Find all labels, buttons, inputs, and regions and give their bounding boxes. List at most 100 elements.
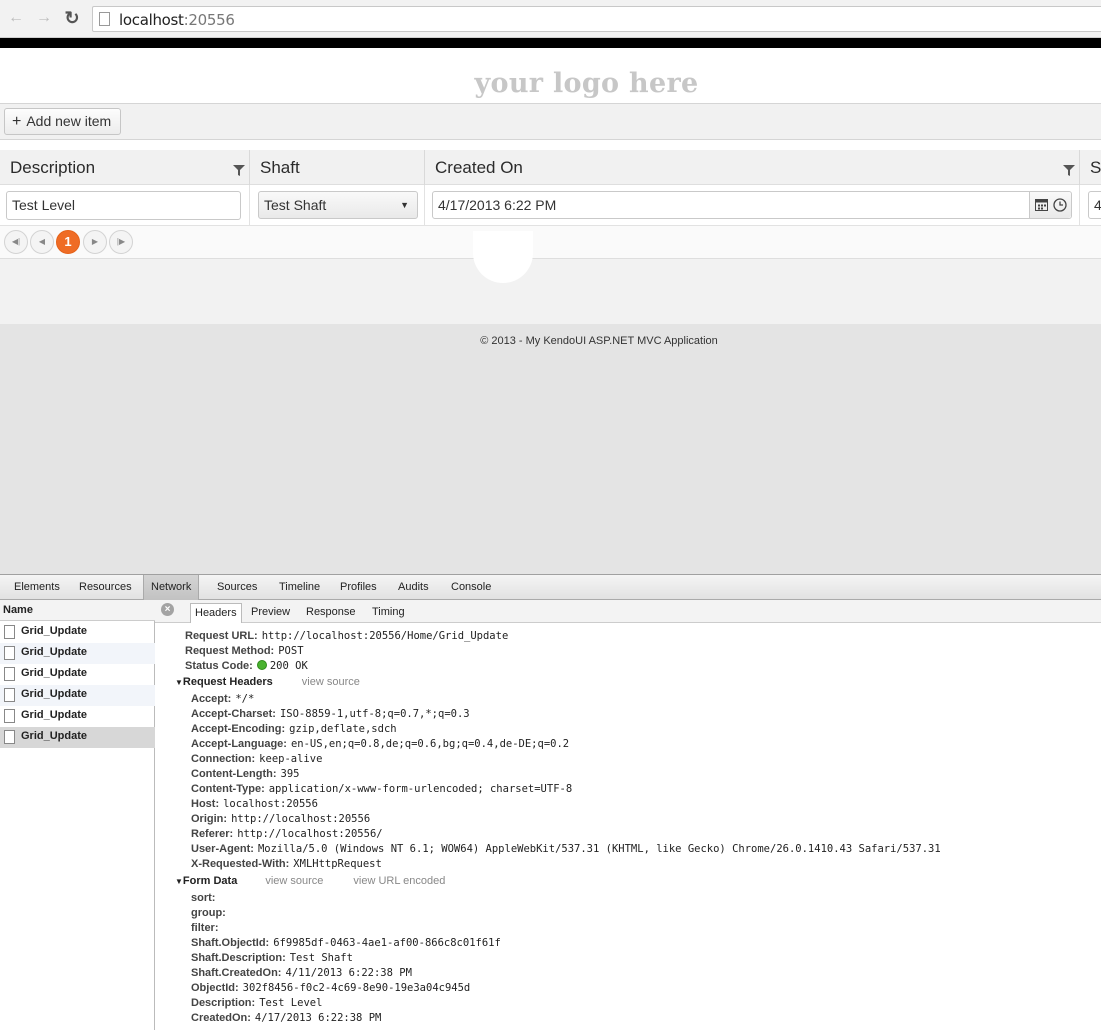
request-list: Name Grid_Update Grid_Update Grid_Update… <box>0 600 155 1030</box>
tab-timing[interactable]: Timing <box>368 603 409 623</box>
tab-audits[interactable]: Audits <box>391 575 436 600</box>
view-url-encoded-link[interactable]: view URL encoded <box>353 875 445 887</box>
value-text: */* <box>235 693 255 705</box>
created-on-value: 4/17/2013 6:22 PM <box>438 197 557 213</box>
key-label: Accept: <box>191 693 232 705</box>
tab-timeline[interactable]: Timeline <box>272 575 327 600</box>
request-item[interactable]: Grid_Update <box>0 622 155 643</box>
site-logo[interactable]: your logo here <box>0 68 1101 99</box>
tab-console[interactable]: Console <box>444 575 498 600</box>
document-icon <box>4 688 15 702</box>
view-source-link[interactable]: view source <box>302 676 360 688</box>
section-title: Form Data <box>182 875 238 887</box>
key-label: Request URL: <box>185 630 258 642</box>
shaft-cell: Test Shaft ▼ <box>250 185 425 226</box>
back-arrow-icon[interactable]: ← <box>6 8 26 28</box>
request-item[interactable]: Grid_Update <box>0 664 155 685</box>
description-input[interactable]: Test Level <box>6 191 241 220</box>
description-cell: Test Level <box>0 185 250 226</box>
header-row: Content-Length: 395 <box>191 768 300 783</box>
address-bar[interactable]: localhost:20556 <box>92 6 1101 32</box>
value-text: gzip,deflate,sdch <box>289 723 397 735</box>
next-page-icon[interactable]: ▶ <box>83 230 107 254</box>
value-text: 6f9985df-0463-4ae1-af00-866c8c01f61f <box>273 937 501 949</box>
expand-triangle-icon[interactable]: ▼ <box>175 877 183 886</box>
form-data-section[interactable]: ▼Form Data view source view URL encoded <box>175 875 445 890</box>
column-header-partial[interactable]: S <box>1080 150 1101 185</box>
header-row: ObjectId: 302f8456-f0c2-4c69-8e90-19e3a04… <box>191 982 470 997</box>
key-label: Accept-Language: <box>191 738 287 750</box>
column-header-description[interactable]: Description <box>0 150 250 185</box>
tab-response[interactable]: Response <box>302 603 360 623</box>
dropdown-arrow-icon[interactable]: ▼ <box>400 192 409 218</box>
url-host: localhost <box>119 11 184 29</box>
header-row: Accept-Language: en-US,en;q=0.8,de;q=0.6,… <box>191 738 569 753</box>
last-page-icon[interactable]: |▶ <box>109 230 133 254</box>
key-label: Origin: <box>191 813 228 825</box>
headers-view: Request URL: http://localhost:20556/Home/… <box>155 623 1101 1030</box>
key-label: Accept-Encoding: <box>191 723 286 735</box>
request-headers-section[interactable]: ▼Request Headers view source <box>175 676 360 691</box>
shaft-dropdown[interactable]: Test Shaft ▼ <box>258 191 418 219</box>
request-url-line: Request URL: http://localhost:20556/Home/… <box>185 630 508 645</box>
close-icon[interactable]: × <box>161 603 174 616</box>
first-page-icon[interactable]: ◀| <box>4 230 28 254</box>
key-label: X-Requested-With: <box>191 858 290 870</box>
add-button-label: Add new item <box>26 113 112 129</box>
key-label: filter: <box>191 922 219 934</box>
request-item[interactable]: Grid_Update <box>0 685 155 706</box>
filter-icon[interactable] <box>233 164 245 177</box>
value-text: 395 <box>280 768 300 780</box>
key-label: sort: <box>191 892 216 904</box>
header-row: X-Requested-With: XMLHttpRequest <box>191 858 382 873</box>
value-text: keep-alive <box>259 753 323 765</box>
grid-header: Description Shaft Created On S <box>0 150 1101 185</box>
header-row: sort: <box>191 892 219 907</box>
filter-icon[interactable] <box>1063 164 1075 177</box>
forward-arrow-icon[interactable]: → <box>34 8 54 28</box>
request-name: Grid_Update <box>21 667 88 679</box>
key-label: Host: <box>191 798 220 810</box>
value-text: http://localhost:20556/ <box>237 828 383 840</box>
tab-resources[interactable]: Resources <box>72 575 139 600</box>
column-header-shaft[interactable]: Shaft <box>250 150 425 185</box>
header-row: Referer: http://localhost:20556/ <box>191 828 383 843</box>
key-label: Referer: <box>191 828 234 840</box>
page-icon <box>99 12 110 26</box>
tab-sources[interactable]: Sources <box>210 575 264 600</box>
content-area <box>0 231 1101 324</box>
previous-page-icon[interactable]: ◀ <box>30 230 54 254</box>
tab-network[interactable]: Network <box>143 575 200 600</box>
name-column-header[interactable]: Name <box>0 600 155 621</box>
value-text: 4/11/2013 6:22:38 PM <box>285 967 412 979</box>
column-header-created-on[interactable]: Created On <box>425 150 1080 185</box>
header-row: Host: localhost:20556 <box>191 798 318 813</box>
status-ok-icon <box>256 660 267 670</box>
key-label: User-Agent: <box>191 843 254 855</box>
tab-elements[interactable]: Elements <box>7 575 67 600</box>
view-source-link[interactable]: view source <box>265 875 323 887</box>
devtools-tab-bar: Elements Resources Network Sources Timel… <box>0 575 1101 600</box>
request-item[interactable]: Grid_Update <box>0 643 155 664</box>
column-title: Shaft <box>260 158 300 177</box>
request-item[interactable]: Grid_Update <box>0 706 155 727</box>
header-row: group: <box>191 907 230 922</box>
page-number-current[interactable]: 1 <box>56 230 80 254</box>
reload-icon[interactable]: ↻ <box>62 8 82 28</box>
created-on-datetime-input[interactable]: 4/17/2013 6:22 PM <box>432 191 1072 219</box>
grid-toolbar: + Add new item <box>0 103 1101 140</box>
calendar-icon[interactable] <box>1035 198 1048 211</box>
tab-preview[interactable]: Preview <box>247 603 294 623</box>
request-item-selected[interactable]: Grid_Update <box>0 727 155 748</box>
header-row: Content-Type: application/x-www-form-urle… <box>191 783 572 798</box>
clock-icon[interactable] <box>1053 198 1067 212</box>
expand-triangle-icon[interactable]: ▼ <box>175 678 183 687</box>
add-new-item-button[interactable]: + Add new item <box>4 108 122 135</box>
key-label: Description: <box>191 997 256 1009</box>
partial-input[interactable]: 4 <box>1088 191 1101 219</box>
document-icon <box>4 667 15 681</box>
key-label: Connection: <box>191 753 256 765</box>
tab-profiles[interactable]: Profiles <box>333 575 384 600</box>
key-label: Shaft.Description: <box>191 952 286 964</box>
tab-headers[interactable]: Headers <box>190 603 242 623</box>
